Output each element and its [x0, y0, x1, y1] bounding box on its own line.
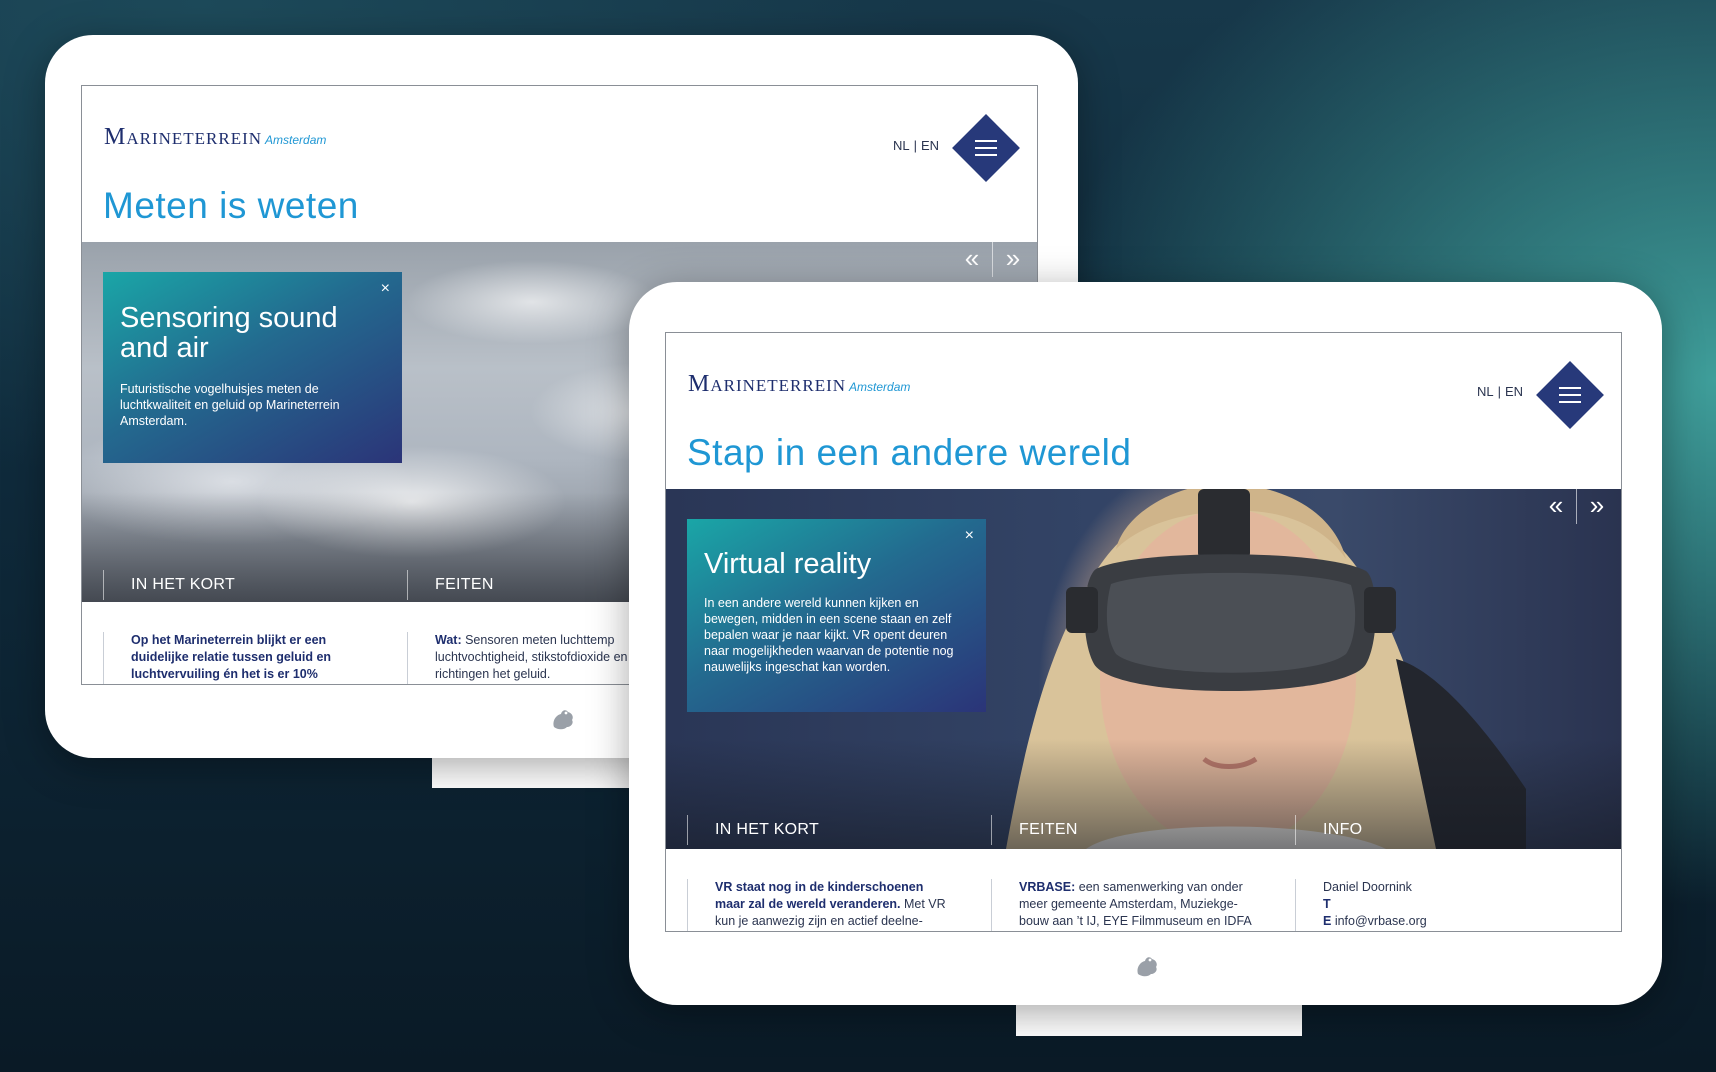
site-logo[interactable]: Marineterrein Amsterdam [688, 371, 910, 398]
logo-brand: Marineterrein [104, 124, 263, 150]
logo-city: Amsterdam [849, 380, 911, 394]
chevron-double-right-icon[interactable]: » [1577, 489, 1617, 524]
site-logo[interactable]: Marineterrein Amsterdam [104, 124, 326, 151]
phone-label: T [1323, 897, 1331, 911]
tablet-device-2: Marineterrein Amsterdam NL | EN Stap in een… [629, 282, 1662, 1005]
email-label: E [1323, 914, 1332, 928]
tab-feiten[interactable]: FEITEN [991, 815, 1295, 845]
card-heading: Virtual reality [704, 548, 872, 580]
menu-button[interactable] [952, 114, 1020, 182]
info-card: × Sensoring sound and air Futuristische … [103, 272, 402, 463]
card-heading: Sensoring sound and air [120, 302, 338, 364]
chevron-double-left-icon[interactable]: « [952, 242, 992, 277]
info-card: × Virtual reality In een andere wereld k… [687, 519, 986, 712]
logo-brand: Marineterrein [688, 371, 847, 397]
tab-in-het-kort[interactable]: IN HET KORT [103, 570, 407, 600]
column-bold-text: Wat: [435, 633, 462, 647]
card-body: In een andere wereld kunnen kijken en be… [704, 596, 954, 674]
tab-info[interactable]: INFO [1295, 815, 1599, 845]
close-icon[interactable]: × [381, 280, 390, 298]
lang-nl-link[interactable]: NL [893, 138, 910, 153]
hamburger-menu-icon [1558, 383, 1582, 407]
screen-2: Marineterrein Amsterdam NL | EN Stap in een… [665, 332, 1622, 932]
logo-city: Amsterdam [265, 133, 327, 147]
tab-in-het-kort[interactable]: IN HET KORT [687, 815, 991, 845]
frog-logo-icon [553, 710, 573, 730]
chevron-double-right-icon[interactable]: » [993, 242, 1033, 277]
lang-separator: | [913, 138, 918, 153]
slider-nav: « » [1536, 489, 1617, 524]
language-switch: NL | EN [891, 138, 941, 153]
column-feiten: VRBASE: een samenwerking van onder meer … [991, 879, 1259, 931]
contact-name: Daniel Doornink [1323, 880, 1412, 894]
column-in-het-kort: Op het Marineterrein blijkt er een duide… [103, 632, 371, 684]
language-switch: NL | EN [1475, 384, 1525, 399]
lang-en-link[interactable]: EN [921, 138, 939, 153]
lang-nl-link[interactable]: NL [1477, 384, 1494, 399]
menu-button[interactable] [1536, 361, 1604, 429]
hero-image: « » × Virtual reality In een andere were… [666, 489, 1621, 849]
contact-email: E info@vrbase.org [1323, 913, 1563, 930]
column-info: Daniel Doornink T E info@vrbase.org [1295, 879, 1563, 931]
contact-phone: T [1323, 896, 1563, 913]
column-bold-text: VRBASE: [1019, 880, 1076, 894]
lang-en-link[interactable]: EN [1505, 384, 1523, 399]
chevron-double-left-icon[interactable]: « [1536, 489, 1576, 524]
slider-nav: « » [952, 242, 1033, 277]
card-body: Futuristische vogelhuisjes meten de luch… [120, 382, 340, 428]
column-bold-text: VR staat nog in de kinderschoenen maar z… [715, 880, 924, 911]
email-link[interactable]: info@vrbase.org [1335, 914, 1427, 928]
frog-logo-icon [1137, 957, 1157, 977]
page-title: Meten is weten [103, 185, 359, 226]
close-icon[interactable]: × [965, 527, 974, 545]
column-in-het-kort: VR staat nog in de kinderschoenen maar z… [687, 879, 955, 931]
page-title: Stap in een andere wereld [687, 432, 1132, 473]
lang-separator: | [1497, 384, 1502, 399]
device-stand [1016, 1000, 1302, 1036]
column-bold-text: Op het Marineterrein blijkt er een duide… [131, 633, 332, 681]
hamburger-menu-icon [974, 136, 998, 160]
